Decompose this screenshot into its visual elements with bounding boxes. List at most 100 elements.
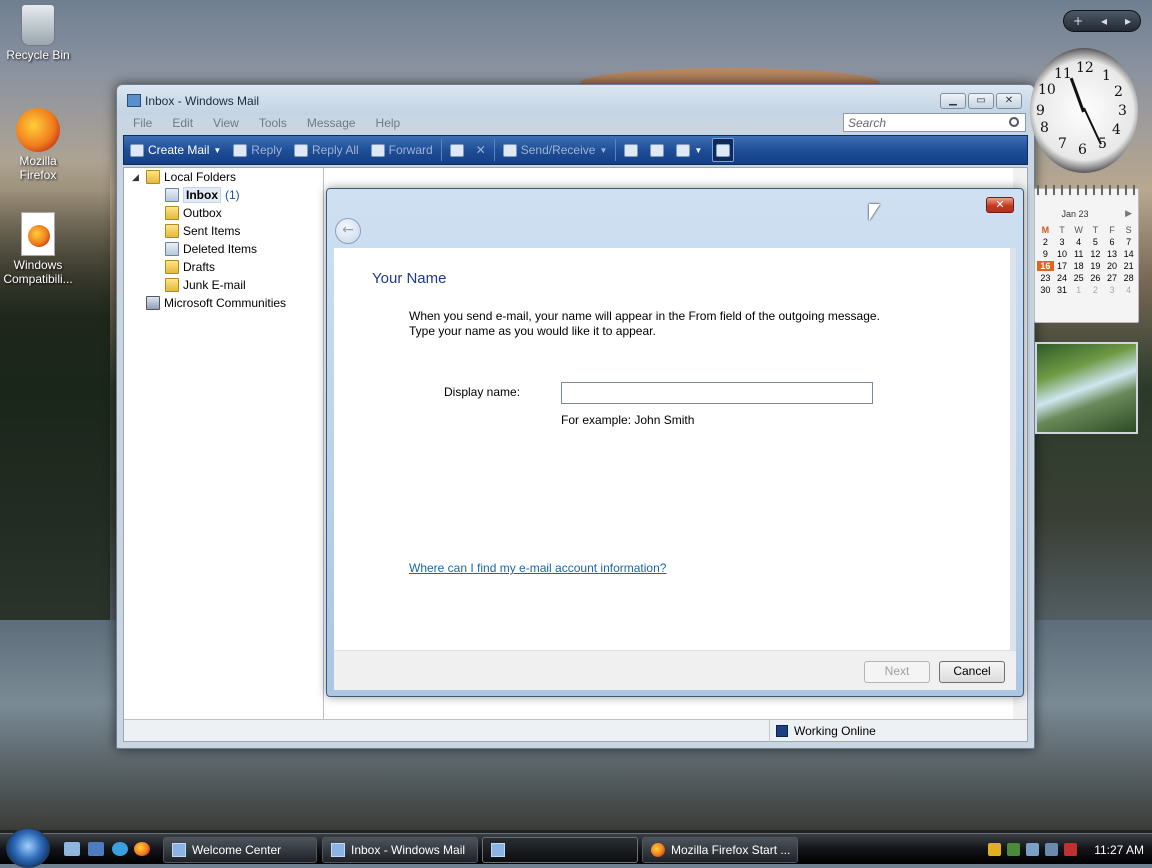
display-name-field[interactable] bbox=[561, 382, 873, 404]
chevron-down-icon[interactable]: ▼ bbox=[213, 146, 221, 155]
taskbar-button-wizard[interactable] bbox=[482, 837, 638, 863]
slideshow-gadget[interactable] bbox=[1035, 342, 1138, 434]
folder-sent-items[interactable]: Sent Items bbox=[165, 222, 240, 240]
calendar-day[interactable]: 3 bbox=[1104, 285, 1121, 295]
calendar-day[interactable]: 11 bbox=[1070, 249, 1087, 259]
create-mail-button[interactable]: Create Mail ▼ bbox=[124, 136, 227, 164]
taskbar-button-welcome-center[interactable]: Welcome Center bbox=[163, 837, 317, 863]
menu-tools[interactable]: Tools bbox=[249, 115, 297, 137]
folder-inbox[interactable]: Inbox (1) bbox=[165, 186, 240, 204]
security-shield-icon[interactable] bbox=[988, 843, 1001, 856]
close-button[interactable]: ✕ bbox=[986, 197, 1014, 213]
layout-toggle-button[interactable] bbox=[712, 138, 735, 162]
reply-button[interactable]: Reply bbox=[227, 136, 288, 164]
restore-button[interactable]: ▭ bbox=[968, 93, 994, 109]
folder-microsoft-communities[interactable]: Microsoft Communities bbox=[146, 294, 286, 312]
calendar-day[interactable]: 7 bbox=[1120, 237, 1137, 247]
menu-file[interactable]: File bbox=[123, 115, 162, 137]
calendar-day[interactable]: 10 bbox=[1054, 249, 1071, 259]
close-button[interactable]: ✕ bbox=[996, 93, 1022, 109]
add-gadget-icon[interactable]: + bbox=[1073, 14, 1083, 28]
calendar-day[interactable]: 25 bbox=[1070, 273, 1087, 283]
title-bar[interactable]: Inbox - Windows Mail ▁ ▭ ✕ bbox=[117, 85, 1034, 115]
taskbar-button-firefox[interactable]: Mozilla Firefox Start ... bbox=[642, 837, 798, 863]
update-icon[interactable] bbox=[1007, 843, 1020, 856]
cancel-button[interactable]: Cancel bbox=[939, 661, 1005, 683]
folder-drafts[interactable]: Drafts bbox=[165, 258, 215, 276]
desktop-icon-firefox[interactable]: Mozilla Firefox bbox=[0, 108, 76, 182]
delete-button[interactable]: ✕ bbox=[470, 136, 492, 164]
back-arrow-icon[interactable]: ← bbox=[335, 218, 361, 244]
calendar-day[interactable]: 6 bbox=[1104, 237, 1121, 247]
calendar-day[interactable]: 2 bbox=[1037, 237, 1054, 247]
desktop-icon-recycle-bin[interactable]: Recycle Bin bbox=[0, 4, 76, 62]
calendar-button[interactable] bbox=[644, 136, 670, 164]
next-button[interactable]: Next bbox=[864, 661, 930, 683]
folder-outbox[interactable]: Outbox bbox=[165, 204, 222, 222]
system-clock[interactable]: 11:27 AM bbox=[1094, 843, 1144, 857]
taskbar-button-windows-mail[interactable]: Inbox - Windows Mail bbox=[322, 837, 478, 863]
previous-icon[interactable]: ◂ bbox=[1101, 14, 1107, 28]
next-icon[interactable]: ▸ bbox=[1125, 14, 1131, 28]
start-button[interactable] bbox=[6, 828, 50, 868]
calendar-gadget[interactable]: Jan 23 ▶ M T W T F S 2 3 4 5 6 7 9 10 11 12 13 14 16 17 18 19… bbox=[1034, 185, 1139, 323]
calendar-day[interactable]: 27 bbox=[1104, 273, 1121, 283]
calendar-day[interactable]: 14 bbox=[1120, 249, 1137, 259]
internet-explorer-icon[interactable] bbox=[112, 842, 128, 856]
reply-all-button[interactable]: Reply All bbox=[288, 136, 365, 164]
calendar-day[interactable]: 4 bbox=[1120, 285, 1137, 295]
calendar-day[interactable]: 3 bbox=[1054, 237, 1071, 247]
find-button[interactable]: ▼ bbox=[670, 136, 708, 164]
next-month-icon[interactable]: ▶ bbox=[1125, 208, 1132, 219]
volume-muted-icon[interactable] bbox=[1064, 843, 1077, 856]
calendar-day[interactable]: 19 bbox=[1087, 261, 1104, 271]
calendar-day[interactable]: 12 bbox=[1087, 249, 1104, 259]
folder-deleted-items[interactable]: Deleted Items bbox=[165, 240, 257, 258]
search-icon[interactable] bbox=[1009, 117, 1019, 127]
calendar-day[interactable]: 24 bbox=[1054, 273, 1071, 283]
calendar-day[interactable]: 1 bbox=[1070, 285, 1087, 295]
calendar-day[interactable]: 5 bbox=[1087, 237, 1104, 247]
forward-icon bbox=[370, 143, 385, 157]
calendar-day[interactable]: 18 bbox=[1070, 261, 1087, 271]
show-desktop-icon[interactable] bbox=[64, 842, 80, 856]
network-icon[interactable] bbox=[1026, 843, 1039, 856]
calendar-day[interactable]: 4 bbox=[1070, 237, 1087, 247]
calendar-day[interactable]: 13 bbox=[1104, 249, 1121, 259]
send-receive-button[interactable]: Send/Receive ▼ bbox=[497, 136, 614, 164]
print-button[interactable] bbox=[444, 136, 470, 164]
chevron-down-icon[interactable]: ▼ bbox=[694, 146, 702, 155]
menu-edit[interactable]: Edit bbox=[162, 115, 203, 137]
calendar-day[interactable]: 30 bbox=[1037, 285, 1054, 295]
calendar-day[interactable]: 20 bbox=[1104, 261, 1121, 271]
collapse-icon[interactable]: ◢ bbox=[132, 172, 139, 183]
contacts-button[interactable] bbox=[618, 136, 644, 164]
desktop-icon-windows-compatibility[interactable]: Windows Compatibili... bbox=[0, 212, 76, 286]
calendar-day[interactable]: 9 bbox=[1037, 249, 1054, 259]
folder-label: Junk E-mail bbox=[183, 278, 246, 292]
calendar-day[interactable]: 2 bbox=[1087, 285, 1104, 295]
calendar-day[interactable]: 31 bbox=[1054, 285, 1071, 295]
search-input[interactable]: Search bbox=[843, 113, 1026, 132]
help-link[interactable]: Where can I find my e-mail account infor… bbox=[409, 561, 666, 575]
calendar-day[interactable]: 28 bbox=[1120, 273, 1137, 283]
forward-button[interactable]: Forward bbox=[365, 136, 439, 164]
calendar-day[interactable]: 17 bbox=[1054, 261, 1071, 271]
chevron-down-icon[interactable]: ▼ bbox=[599, 146, 607, 155]
firefox-icon[interactable] bbox=[134, 842, 150, 856]
clock-gadget[interactable]: 12 1 2 3 4 5 6 7 8 9 10 11 bbox=[1030, 48, 1138, 173]
calendar-day[interactable]: 16 bbox=[1037, 261, 1054, 271]
menu-view[interactable]: View bbox=[203, 115, 249, 137]
menu-message[interactable]: Message bbox=[297, 115, 366, 137]
clock-number: 4 bbox=[1112, 122, 1121, 138]
folder-local-folders[interactable]: Local Folders bbox=[146, 168, 236, 186]
minimize-button[interactable]: ▁ bbox=[940, 93, 966, 109]
display-icon[interactable] bbox=[1045, 843, 1058, 856]
menu-help[interactable]: Help bbox=[366, 115, 411, 137]
calendar-day[interactable]: 21 bbox=[1120, 261, 1137, 271]
folder-junk-email[interactable]: Junk E-mail bbox=[165, 276, 246, 294]
switch-windows-icon[interactable] bbox=[88, 842, 104, 856]
calendar-day[interactable]: 23 bbox=[1037, 273, 1054, 283]
window-controls: ▁ ▭ ✕ bbox=[940, 93, 1022, 109]
calendar-day[interactable]: 26 bbox=[1087, 273, 1104, 283]
